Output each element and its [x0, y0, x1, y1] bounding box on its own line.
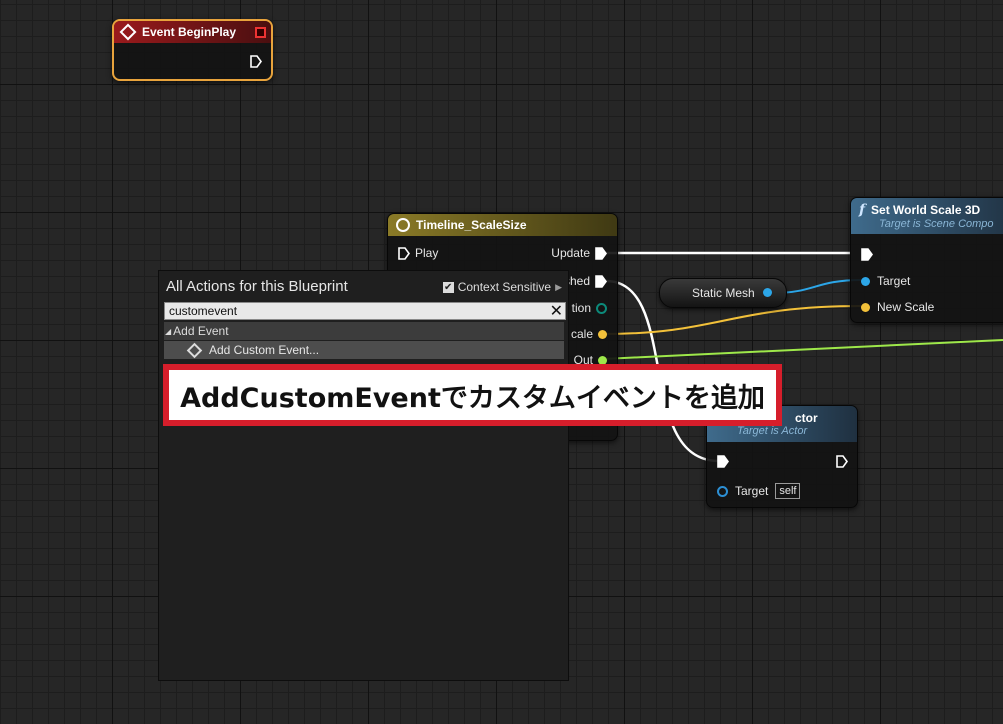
timeline-header: Timeline_ScaleSize: [388, 214, 617, 236]
destroy-actor-title: ctor: [795, 411, 818, 425]
action-item-label: Add Custom Event...: [209, 343, 320, 357]
event-diamond-icon: [119, 23, 137, 41]
caret-right-icon[interactable]: ▶: [555, 282, 562, 293]
object-pin-icon[interactable]: [763, 288, 772, 297]
vector-pin-icon: [861, 302, 870, 312]
exec-in-pin-icon[interactable]: [861, 248, 873, 261]
timeline-pin-update-label: Update: [551, 246, 590, 260]
timeline-pin-scale-label: cale: [570, 327, 593, 341]
object-pin-icon: [717, 485, 728, 497]
timeline-pin-play-label: Play: [415, 246, 439, 260]
category-label: Add Event: [173, 324, 229, 338]
exec-out-pin-icon: [595, 246, 607, 260]
event-beginplay-node[interactable]: Event BeginPlay: [112, 19, 273, 81]
exec-in-pin-icon: [398, 246, 410, 260]
destroy-actor-subtitle: Target is Actor: [737, 425, 808, 437]
category-add-event[interactable]: ◢ Add Event: [164, 322, 564, 340]
exec-out-pin-icon: [595, 274, 607, 288]
event-beginplay-header: Event BeginPlay: [114, 21, 271, 43]
timeline-pin-scale[interactable]: cale: [571, 327, 607, 341]
timeline-pin-play[interactable]: Play: [398, 246, 438, 260]
destroy-actor-pin-target[interactable]: Target self: [717, 483, 801, 499]
timeline-pin-update[interactable]: Update: [551, 246, 607, 260]
action-menu-panel[interactable]: All Actions for this Blueprint ✔ Context…: [158, 270, 569, 681]
set-world-scale-pin-target[interactable]: Target: [861, 274, 910, 288]
set-world-scale-node[interactable]: f Set World Scale 3D Target is Scene Com…: [850, 197, 1003, 323]
exec-out-pin-icon[interactable]: [836, 455, 848, 468]
action-menu-title: All Actions for this Blueprint: [166, 278, 348, 295]
enum-pin-icon: [596, 302, 607, 314]
float-wire-out: [602, 339, 1003, 360]
set-world-scale-pin-new-scale-label: New Scale: [877, 300, 935, 314]
timeline-pin-finished[interactable]: shed: [564, 274, 607, 288]
function-icon: f: [859, 202, 866, 218]
exec-in-pin-icon[interactable]: [717, 455, 729, 468]
context-sensitive-label: Context Sensitive: [457, 280, 552, 294]
timeline-title: Timeline_ScaleSize: [416, 218, 527, 232]
set-world-scale-title: Set World Scale 3D: [871, 203, 981, 217]
annotation-text: AddCustomEventでカスタムイベントを追加: [180, 382, 765, 414]
checkbox-checked-icon[interactable]: ✔: [442, 281, 454, 293]
event-beginplay-title: Event BeginPlay: [142, 25, 237, 39]
exec-out-pin-icon[interactable]: [250, 55, 262, 68]
vector-pin-icon: [598, 329, 607, 339]
action-item-add-custom-event[interactable]: Add Custom Event...: [164, 341, 564, 359]
set-world-scale-subtitle: Target is Scene Compo: [879, 218, 994, 230]
clock-icon: [396, 218, 410, 232]
vector-wire-scale: [602, 305, 863, 335]
timeline-pin-direction[interactable]: tion: [572, 301, 607, 315]
event-diamond-icon: [186, 342, 203, 358]
delegate-pin-icon[interactable]: [255, 27, 266, 38]
clear-search-icon[interactable]: ✕: [550, 301, 563, 321]
context-sensitive-toggle[interactable]: ✔ Context Sensitive ▶: [442, 280, 562, 294]
static-mesh-label: Static Mesh: [692, 286, 755, 300]
object-pin-icon: [861, 276, 870, 286]
self-default-value[interactable]: self: [775, 483, 801, 499]
set-world-scale-header: f Set World Scale 3D Target is Scene Com…: [851, 198, 1003, 234]
timeline-pin-direction-label: tion: [571, 301, 591, 315]
search-field[interactable]: ✕: [164, 302, 566, 320]
collapse-triangle-icon: ◢: [165, 326, 172, 336]
set-world-scale-pin-new-scale[interactable]: New Scale: [861, 300, 934, 314]
set-world-scale-pin-target-label: Target: [877, 274, 911, 288]
search-input[interactable]: [165, 303, 543, 319]
annotation-callout: AddCustomEventでカスタムイベントを追加: [163, 364, 782, 426]
destroy-actor-pin-target-label: Target: [735, 484, 769, 498]
static-mesh-variable-node[interactable]: Static Mesh: [659, 278, 787, 308]
